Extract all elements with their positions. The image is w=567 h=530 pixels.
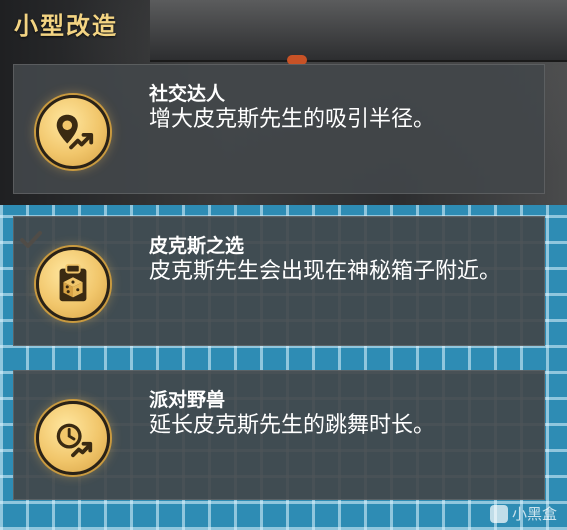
mod-name: 派对野兽 — [149, 389, 226, 411]
upgrade-screen: 小型改造 社交达人 增大皮克斯先生的吸引半径。 皮克斯之选 皮克斯先生会出现在神… — [0, 0, 567, 530]
mod-card-party-beast[interactable]: 派对野兽 延长皮克斯先生的跳舞时长。 — [13, 370, 545, 500]
map-pin-growth-icon — [56, 114, 94, 150]
mod-badge — [36, 247, 110, 321]
clipboard-dice-icon — [59, 263, 87, 302]
mod-name: 社交达人 — [149, 83, 226, 105]
mod-badge — [36, 95, 110, 169]
mod-badge — [36, 401, 110, 475]
mod-description: 皮克斯先生会出现在神秘箱子附近。 — [149, 259, 502, 284]
clock-growth-icon — [56, 423, 93, 458]
watermark: 小黑盒 — [489, 503, 557, 524]
screen-title: 小型改造 — [14, 12, 118, 40]
mod-card-pix-choice[interactable]: 皮克斯之选 皮克斯先生会出现在神秘箱子附近。 — [13, 216, 545, 346]
mod-description: 增大皮克斯先生的吸引半径。 — [149, 107, 436, 132]
watermark-text: 小黑盒 — [511, 505, 557, 523]
mod-name: 皮克斯之选 — [149, 235, 245, 257]
watermark-logo-icon — [489, 504, 508, 523]
mod-card-social[interactable]: 社交达人 增大皮克斯先生的吸引半径。 — [13, 64, 545, 194]
mod-description: 延长皮克斯先生的跳舞时长。 — [149, 413, 436, 438]
